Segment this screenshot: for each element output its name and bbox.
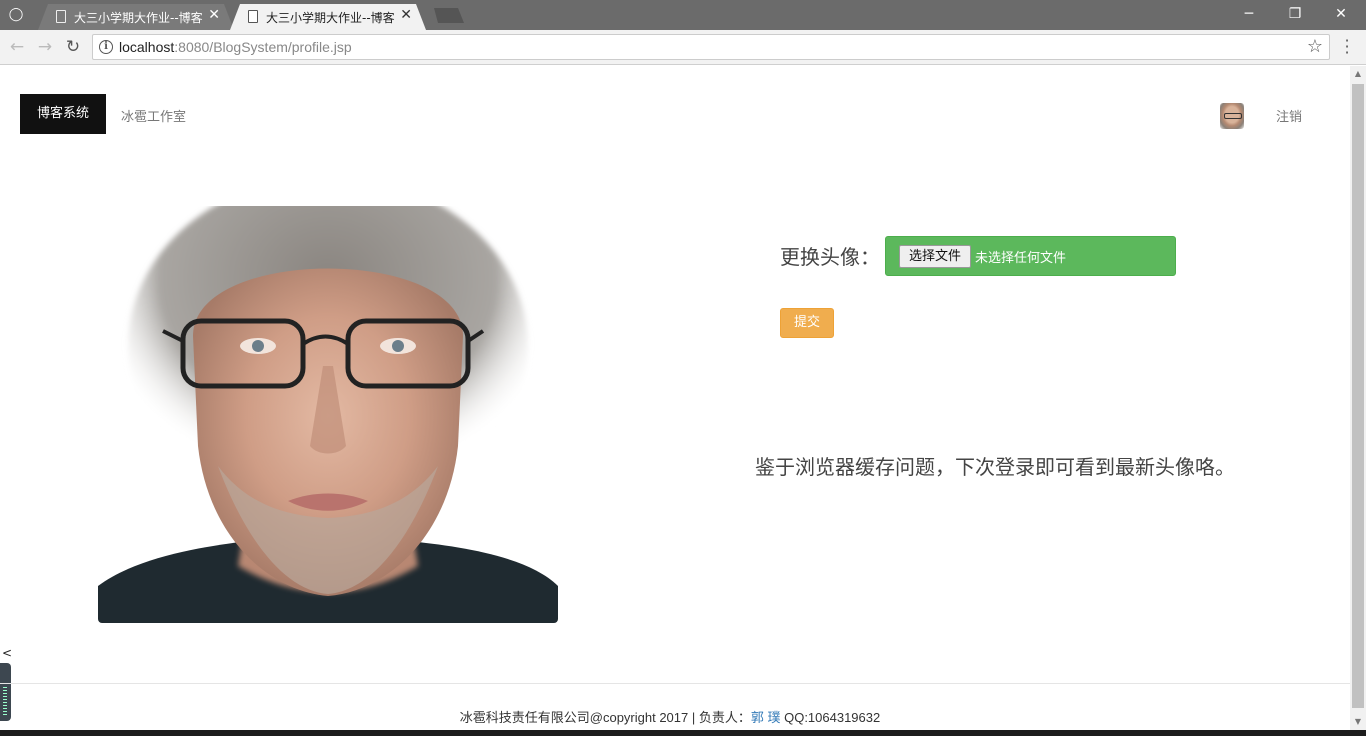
brand-link[interactable]: 博客系统 bbox=[20, 94, 106, 134]
close-icon[interactable]: ✕ bbox=[208, 7, 220, 23]
window-close-button[interactable]: ✕ bbox=[1318, 4, 1364, 26]
scroll-up-icon[interactable]: ▲ bbox=[1350, 66, 1366, 82]
os-taskbar bbox=[0, 730, 1366, 736]
restore-button[interactable]: ❐ bbox=[1272, 4, 1318, 26]
footer-qq: QQ:1064319632 bbox=[780, 710, 881, 725]
new-tab-button[interactable] bbox=[434, 8, 464, 23]
address-bar[interactable]: i localhost:8080/BlogSystem/profile.jsp … bbox=[92, 34, 1330, 60]
footer-divider bbox=[0, 683, 1350, 684]
profile-portrait bbox=[98, 206, 558, 623]
file-status-text: 未选择任何文件 bbox=[975, 251, 1067, 266]
browser-titlebar: ◯ 大三小学期大作业--博客 ✕ 大三小学期大作业--博客 ✕ ─ ❐ ✕ bbox=[0, 0, 1366, 30]
stray-text: < bbox=[2, 646, 13, 660]
browser-tab-2[interactable]: 大三小学期大作业--博客 ✕ bbox=[230, 4, 426, 30]
reload-icon[interactable]: ↻ bbox=[62, 36, 84, 58]
info-icon[interactable]: i bbox=[99, 40, 113, 54]
cache-notice: 鉴于浏览器缓存问题，下次登录即可看到最新头像咯。 bbox=[755, 455, 1235, 479]
document-icon bbox=[56, 10, 66, 23]
scrollbar-thumb[interactable] bbox=[1352, 84, 1364, 708]
browser-tab-1[interactable]: 大三小学期大作业--博客 ✕ bbox=[38, 4, 234, 30]
logout-link[interactable]: 注销 bbox=[1276, 106, 1302, 125]
submit-button[interactable]: 提交 bbox=[780, 308, 834, 338]
footer-person-link[interactable]: 郭 璞 bbox=[751, 710, 781, 725]
avatar-file-input[interactable]: 选择文件 未选择任何文件 bbox=[885, 236, 1176, 276]
browser-menu-icon[interactable]: · · · bbox=[1340, 33, 1354, 61]
tab-title: 大三小学期大作业--博客 bbox=[266, 11, 395, 25]
page-footer: 冰雹科技责任有限公司@copyright 2017 | 负责人：郭 璞 QQ:1… bbox=[0, 707, 1340, 726]
studio-link[interactable]: 冰雹工作室 bbox=[121, 106, 186, 125]
forward-icon[interactable]: → bbox=[34, 36, 56, 58]
close-icon[interactable]: ✕ bbox=[400, 7, 412, 23]
tab-title: 大三小学期大作业--博客 bbox=[74, 11, 203, 25]
document-icon bbox=[248, 10, 258, 23]
incognito-icon: ◯ bbox=[8, 7, 24, 22]
page-viewport: 博客系统 冰雹工作室 注销 更换头像： 选择文件 未选择任何文件 提交 鉴于浏览… bbox=[0, 66, 1350, 730]
change-avatar-label: 更换头像： bbox=[780, 245, 880, 269]
scroll-down-icon[interactable]: ▼ bbox=[1350, 714, 1366, 730]
back-icon[interactable]: ← bbox=[6, 36, 28, 58]
footer-copyright: 冰雹科技责任有限公司@copyright 2017 | 负责人： bbox=[459, 710, 751, 725]
choose-file-button[interactable]: 选择文件 bbox=[899, 245, 971, 268]
vertical-scrollbar[interactable]: ▲ ▼ bbox=[1350, 66, 1366, 730]
user-avatar[interactable] bbox=[1220, 103, 1244, 129]
bookmark-star-icon[interactable]: ☆ bbox=[1307, 36, 1323, 57]
portrait-image bbox=[98, 206, 558, 623]
minimize-button[interactable]: ─ bbox=[1226, 4, 1272, 26]
url-text: localhost:8080/BlogSystem/profile.jsp bbox=[119, 39, 352, 55]
browser-toolbar: ← → ↻ i localhost:8080/BlogSystem/profil… bbox=[0, 30, 1366, 65]
